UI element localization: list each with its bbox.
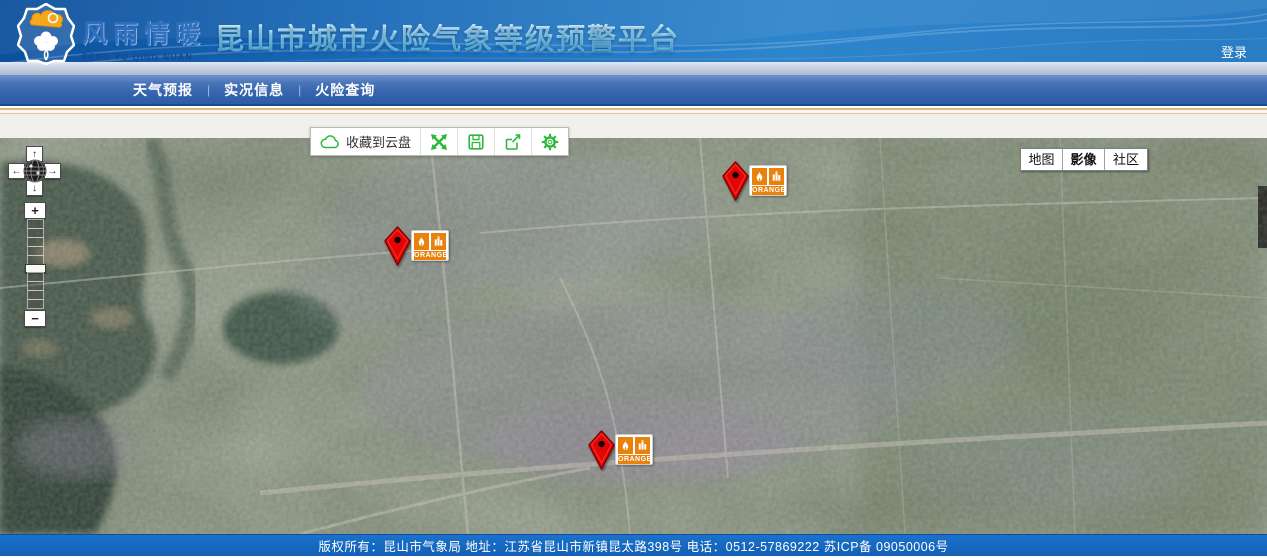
fire-warning-marker[interactable]: ORANGE	[722, 161, 788, 201]
save-image-button[interactable]	[458, 128, 495, 155]
save-to-cloud-button[interactable]: 收藏到云盘	[311, 128, 421, 155]
header-bottom-band	[0, 62, 1267, 75]
nav-item-3[interactable]: 火险查询	[315, 80, 375, 100]
login-link[interactable]: 登录	[1221, 42, 1247, 61]
logo-name-en: FENG YU QING NUAN	[82, 52, 206, 62]
map-viewport[interactable]: ↑ ← → ↓ + − 地图影像社区	[0, 138, 1267, 534]
settings-button[interactable]	[532, 128, 568, 155]
map-type-selector: 地图影像社区	[1020, 148, 1148, 171]
map-pan-control: ↑ ← → ↓	[8, 146, 62, 200]
navbar: 天气预报 | 实况信息 | 火险查询	[0, 75, 1267, 106]
fire-warning-marker[interactable]: ORANGE	[384, 226, 450, 266]
share-icon	[504, 133, 522, 151]
share-button[interactable]	[495, 128, 532, 155]
arrow-up-icon: ↑	[32, 149, 37, 160]
zoom-out-button[interactable]: −	[24, 310, 46, 327]
map-pin-icon[interactable]	[384, 226, 411, 266]
logo-name-cn: 风雨情暖	[82, 14, 206, 50]
footer: 版权所有：昆山市气象局 地址：江苏省昆山市新镇昆太路398号 电话：0512-5…	[0, 534, 1267, 556]
map-pin-icon[interactable]	[722, 161, 749, 201]
warning-level-label: ORANGE	[618, 455, 650, 464]
map-zoom-control: + −	[23, 202, 47, 327]
page: 风雨情暖 FENG YU QING NUAN 昆山市城市火险气象等级预警平台 登…	[0, 0, 1267, 558]
divider-band	[0, 106, 1267, 138]
save-icon	[467, 133, 485, 151]
nav-item-1[interactable]: 天气预报	[133, 80, 193, 100]
warning-level-label: ORANGE	[414, 251, 446, 260]
map-toolbar: 收藏到云盘	[310, 127, 569, 156]
fire-warning-badge[interactable]: ORANGE	[615, 434, 653, 465]
fullscreen-button[interactable]	[421, 128, 458, 155]
flame-icon	[414, 233, 429, 250]
building-icon	[635, 437, 650, 454]
map-type-button-社区[interactable]: 社区	[1105, 149, 1147, 170]
zoom-level-tick[interactable]	[27, 299, 44, 309]
flame-icon	[752, 168, 767, 185]
logo-emblem	[17, 3, 75, 65]
warning-level-label: ORANGE	[752, 186, 784, 195]
zoom-ticks	[25, 220, 46, 309]
zoom-in-button[interactable]: +	[24, 202, 46, 219]
building-icon	[769, 168, 784, 185]
arrow-right-icon: →	[48, 166, 58, 177]
page-title: 昆山市城市火险气象等级预警平台	[215, 16, 680, 58]
arrow-left-icon: ←	[12, 166, 22, 177]
copyright-text: 版权所有：昆山市气象局 地址：江苏省昆山市新镇昆太路398号 电话：0512-5…	[318, 536, 948, 555]
globe-reset-button[interactable]	[23, 159, 47, 183]
fire-warning-badge[interactable]: ORANGE	[749, 165, 787, 196]
cloud-icon	[320, 134, 340, 150]
fire-warning-badge[interactable]: ORANGE	[411, 230, 449, 261]
flame-icon	[618, 437, 633, 454]
nav-separator: |	[207, 83, 210, 97]
header: 风雨情暖 FENG YU QING NUAN 昆山市城市火险气象等级预警平台 登…	[0, 0, 1267, 75]
nav-separator: |	[298, 83, 301, 97]
nav-item-2[interactable]: 实况信息	[224, 80, 284, 100]
map-type-button-影像[interactable]: 影像	[1063, 149, 1105, 170]
map-type-button-地图[interactable]: 地图	[1021, 149, 1063, 170]
satellite-map-image[interactable]	[0, 138, 1267, 534]
arrow-down-icon: ↓	[32, 183, 37, 194]
save-to-cloud-label: 收藏到云盘	[346, 132, 411, 151]
map-pin-icon[interactable]	[588, 430, 615, 470]
building-icon	[431, 233, 446, 250]
fire-warning-marker[interactable]: ORANGE	[588, 430, 654, 470]
logo-text-block: 风雨情暖 FENG YU QING NUAN	[82, 14, 206, 62]
nav-menu: 天气预报 | 实况信息 | 火险查询	[133, 80, 375, 100]
gear-icon	[541, 133, 559, 151]
fullscreen-icon	[430, 133, 448, 151]
